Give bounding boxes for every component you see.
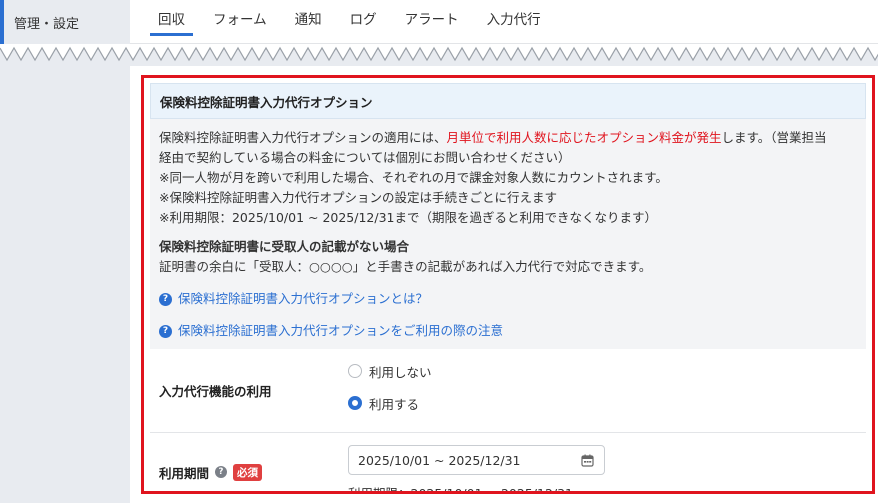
description-line-5: ※利用期限：2025/10/01 ~ 2025/12/31まで（期限を過ぎると利… (159, 210, 657, 225)
tab-notification[interactable]: 通知 (281, 0, 336, 36)
panel-description: 保険料控除証明書入力代行オプションの適用には、月単位で利用人数に応じたオプション… (150, 119, 866, 349)
tab-input-proxy[interactable]: 入力代行 (473, 0, 555, 36)
tab-form[interactable]: フォーム (199, 0, 281, 36)
description-line-2: 経由で契約している場合の料金については個別にお問い合わせください） (159, 150, 571, 165)
question-circle-icon: ? (159, 324, 172, 338)
sidebar-section-header[interactable]: 管理・設定 (0, 0, 130, 44)
radio-option-use[interactable]: 利用する (348, 393, 866, 413)
radio-not-use[interactable] (348, 364, 362, 378)
usage-row: 入力代行機能の利用 利用しない 利用する (150, 349, 866, 433)
period-row: 利用期間 ? 必須 2025/10/01 ~ 2025/12/31 利用期限：2… (150, 433, 866, 494)
highlighted-option-section: 保険料控除証明書入力代行オプション 保険料控除証明書入力代行オプションの適用には… (141, 75, 875, 494)
top-band: 管理・設定 回収 フォーム 通知 ログ アラート 入力代行 (0, 0, 878, 44)
tab-log[interactable]: ログ (336, 0, 391, 36)
link-what-is-option[interactable]: ? 保険料控除証明書入力代行オプションとは？ (159, 289, 857, 309)
no-recipient-body: 証明書の余白に「受取人：○○○○」と手書きの記載があれば入力代行で対応できます。 (159, 259, 652, 274)
tab-collection[interactable]: 回収 (144, 0, 199, 36)
calendar-icon[interactable] (581, 454, 594, 467)
link-option-cautions[interactable]: ? 保険料控除証明書入力代行オプションをご利用の際の注意 (159, 321, 857, 341)
period-date-range-value: 2025/10/01 ~ 2025/12/31 (358, 452, 521, 468)
usage-label: 入力代行機能の利用 (159, 384, 272, 399)
period-label-group: 利用期間 ? 必須 (150, 433, 348, 491)
required-badge: 必須 (233, 463, 263, 481)
period-label: 利用期間 (159, 465, 210, 481)
panel-title: 保険料控除証明書入力代行オプション (150, 83, 866, 119)
description-line-4: ※保険料控除証明書入力代行オプションの設定は手続きごとに行えます (159, 190, 557, 205)
period-limit-note: 利用期限：2025/10/01 ~ 2025/12/31 (348, 486, 574, 494)
tab-alert[interactable]: アラート (391, 0, 473, 36)
no-recipient-heading: 保険料控除証明書に受取人の記載がない場合 (159, 239, 410, 254)
radio-option-not-use[interactable]: 利用しない (348, 361, 866, 381)
usage-radio-group: 利用しない 利用する (348, 349, 866, 432)
fee-warning-text: 月単位で利用人数に応じたオプション料金が発生 (446, 130, 722, 145)
period-field: 2025/10/01 ~ 2025/12/31 利用期限：2025/10/01 … (348, 433, 866, 494)
question-circle-icon: ? (159, 292, 172, 306)
input-proxy-option-panel: 保険料控除証明書入力代行オプション 保険料控除証明書入力代行オプションの適用には… (150, 83, 866, 491)
sidebar-section-label: 管理・設定 (14, 16, 80, 32)
tab-bar: 回収 フォーム 通知 ログ アラート 入力代行 (130, 0, 878, 44)
description-line-3: ※同一人物が月を跨いで利用した場合、それぞれの月で課金対象人数にカウントされます… (159, 170, 668, 185)
screenshot-break-zigzag (0, 46, 878, 68)
question-circle-icon[interactable]: ? (215, 466, 228, 478)
radio-use[interactable] (348, 396, 362, 410)
sidebar-lower (0, 66, 130, 503)
description-line-1: 保険料控除証明書入力代行オプションの適用には、月単位で利用人数に応じたオプション… (159, 130, 827, 145)
period-date-range-input[interactable]: 2025/10/01 ~ 2025/12/31 (348, 445, 605, 475)
